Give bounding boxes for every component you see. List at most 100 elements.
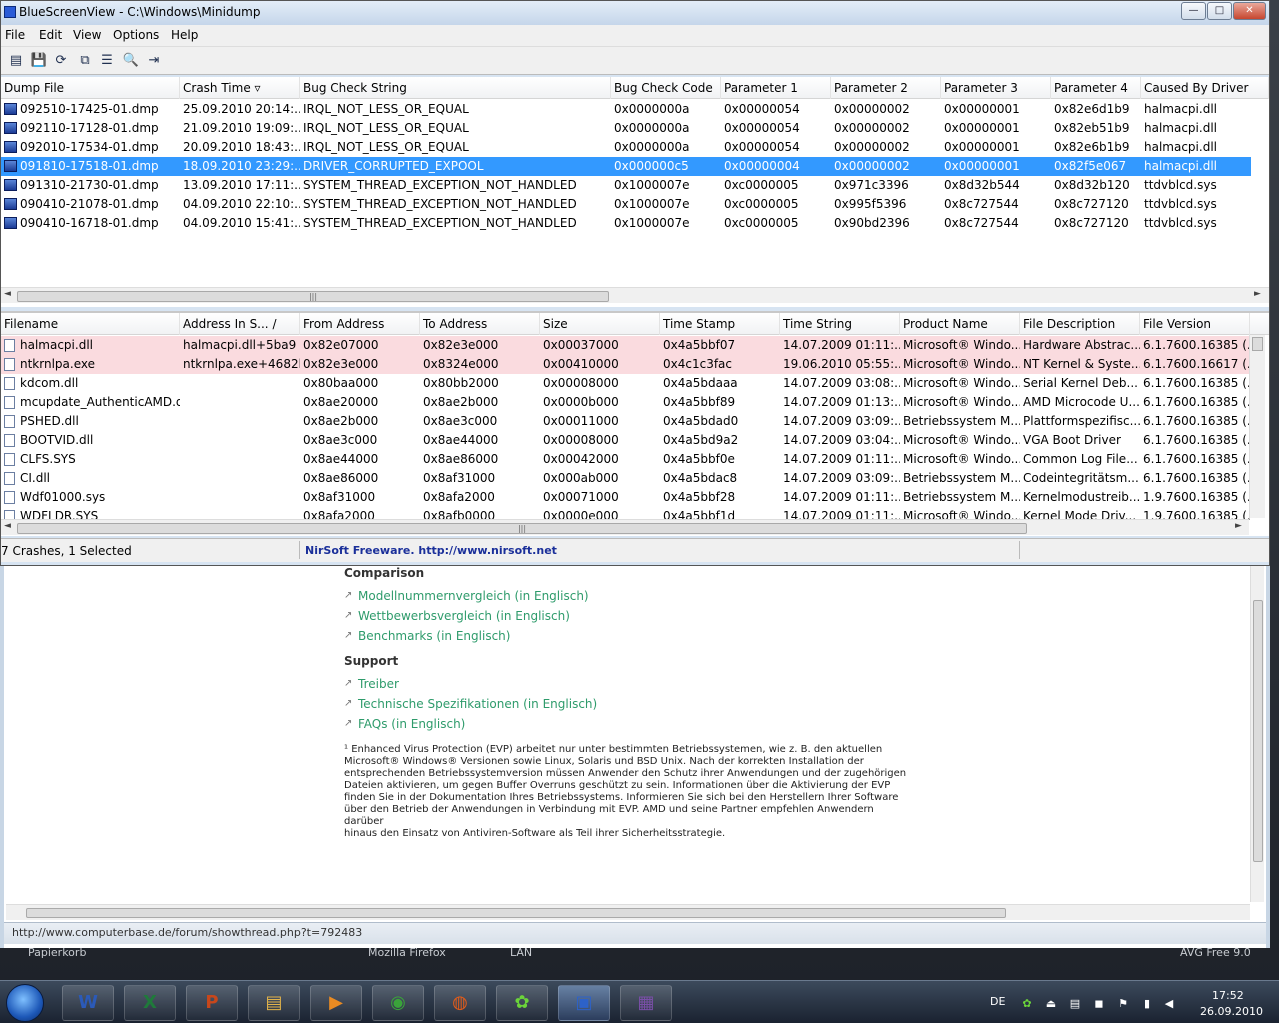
dump-list-horizontal-scrollbar[interactable]: ◄ ||| ► [1,287,1269,303]
bluescreenview-icon[interactable]: ▣ [558,985,610,1021]
clock-date[interactable]: 26.09.2010 [1200,1005,1263,1018]
dump-list[interactable]: Dump File Crash Time ▿ Bug Check String Bug… [1,77,1269,307]
icq-tray-icon[interactable]: ✿ [1020,997,1034,1010]
link-item[interactable]: ↗ Technische Spezifikationen (in Englisch… [344,694,924,714]
module-list[interactable]: Filename Address In S... / From Address To … [1,311,1269,536]
excel-icon[interactable]: X [124,985,176,1021]
link-item[interactable]: ↗ FAQs (in Englisch) [344,714,924,734]
close-button[interactable]: ✕ [1233,2,1266,20]
scroll-left-icon[interactable]: ◄ [4,289,11,299]
table-row[interactable]: 091310-21730-01.dmp 13.09.2010 17:11:... S… [1,176,1251,195]
table-row[interactable]: CI.dll 0x8ae86000 0x8af31000 0x000ab000 0x4a… [1,469,1250,488]
column-header[interactable]: Parameter 2 [831,77,941,99]
table-cell: 0x4a5bdaaa [663,376,738,390]
link-text[interactable]: Treiber [358,677,399,691]
action-center-flag-icon[interactable]: ⚑ [1116,997,1130,1010]
column-header[interactable]: Parameter 1 [721,77,831,99]
link-item[interactable]: ↗ Wettbewerbsvergleich (in Englisch) [344,606,924,626]
volume-icon[interactable]: ◀ [1162,997,1176,1010]
column-header[interactable]: Bug Check Code [611,77,721,99]
save-all-icon[interactable]: ▤ [7,52,25,69]
table-cell: halmacpi.dll [20,338,93,352]
table-row[interactable]: kdcom.dll 0x80baa000 0x80bb2000 0x00008000 0… [1,374,1250,393]
link-item[interactable]: ↗ Modellnummernvergleich (in Englisch) [344,586,924,606]
language-indicator[interactable]: DE [990,995,1005,1008]
link-text[interactable]: Benchmarks (in Englisch) [358,629,510,643]
exit-icon[interactable]: ⇥ [145,52,163,69]
table-row[interactable]: BOOTVID.dll 0x8ae3c000 0x8ae44000 0x0000800… [1,431,1250,450]
word-icon[interactable]: W [62,985,114,1021]
start-button[interactable] [6,984,44,1022]
table-row[interactable]: halmacpi.dll halmacpi.dll+5ba9 0x82e07000 0… [1,336,1250,355]
table-row[interactable]: 092010-17534-01.dmp 20.09.2010 18:43:... I… [1,138,1251,157]
powerpoint-icon[interactable]: P [186,985,238,1021]
windows-media-center-icon[interactable]: ◉ [372,985,424,1021]
usb-tray-icon[interactable]: ⏏ [1044,997,1058,1010]
properties-icon[interactable]: ☰ [98,52,116,69]
table-row[interactable]: 092110-17128-01.dmp 21.09.2010 19:09:... I… [1,119,1251,138]
column-header[interactable]: Product Name [900,313,1020,335]
menu-help[interactable]: Help [169,28,200,42]
link-text[interactable]: FAQs (in Englisch) [358,717,465,731]
menu-view[interactable]: View [71,28,103,42]
find-icon[interactable]: 🔍 [122,52,140,69]
scroll-right-icon[interactable]: ► [1254,289,1261,299]
column-header[interactable]: Time String [780,313,900,335]
explorer-icon[interactable]: ▤ [248,985,300,1021]
menu-file[interactable]: File [3,28,27,42]
menu-edit[interactable]: Edit [37,28,64,42]
table-row[interactable]: PSHED.dll 0x8ae2b000 0x8ae3c000 0x00011000 0… [1,412,1250,431]
menu-options[interactable]: Options [111,28,161,42]
icq-icon[interactable]: ✿ [496,985,548,1021]
scroll-right-icon[interactable]: ► [1235,521,1242,531]
scroll-left-icon[interactable]: ◄ [4,521,11,531]
avg-tray-icon[interactable]: ◼ [1092,997,1106,1010]
link-text[interactable]: Modellnummernvergleich (in Englisch) [358,589,589,603]
table-row[interactable]: ntkrnlpa.exe ntkrnlpa.exe+4682b 0x82e3e000… [1,355,1250,374]
network-icon[interactable]: ▮ [1140,997,1154,1010]
clock-time[interactable]: 17:52 [1212,989,1244,1002]
column-header[interactable]: File Description [1020,313,1140,335]
title-bar[interactable]: BlueScreenView - C:\Windows\Minidump — □… [1,1,1269,25]
table-row[interactable]: 090410-16718-01.dmp 04.09.2010 15:41:... S… [1,214,1251,233]
column-header[interactable]: Crash Time ▿ [180,77,300,99]
column-header[interactable]: From Address [300,313,420,335]
browser-horizontal-scrollbar[interactable] [6,904,1250,920]
media-player-icon[interactable]: ▶ [310,985,362,1021]
refresh-icon[interactable]: ⟳ [52,52,70,69]
column-header[interactable]: Parameter 4 [1051,77,1141,99]
notification-tray-icon[interactable]: ▤ [1068,997,1082,1010]
table-row[interactable]: CLFS.SYS 0x8ae44000 0x8ae86000 0x00042000 0x… [1,450,1250,469]
dvb-icon[interactable]: ▦ [620,985,672,1021]
column-header[interactable]: Dump File [1,77,180,99]
link-item[interactable]: ↗ Benchmarks (in Englisch) [344,626,924,646]
table-row[interactable]: 092510-17425-01.dmp 25.09.2010 20:14:... I… [1,100,1251,119]
column-header[interactable]: Parameter 3 [941,77,1051,99]
link-text[interactable]: Wettbewerbsvergleich (in Englisch) [358,609,570,623]
save-icon[interactable]: 💾 [30,52,48,69]
column-header[interactable]: Address In S... / [180,313,300,335]
column-header[interactable]: Filename [1,313,180,335]
minimize-button[interactable]: — [1181,2,1206,20]
module-list-horizontal-scrollbar[interactable]: ◄ ||| ► [1,519,1249,535]
table-row[interactable]: Wdf01000.sys 0x8af31000 0x8afa2000 0x000710… [1,488,1250,507]
firefox-icon[interactable]: ◍ [434,985,486,1021]
table-cell: 0x8ae3c000 [423,414,498,428]
table-row[interactable]: 091810-17518-01.dmp 18.09.2010 23:29:... D… [1,157,1251,176]
link-item[interactable]: ↗ Treiber [344,674,924,694]
nirsoft-link[interactable]: NirSoft Freeware. http://www.nirsoft.net [305,544,557,557]
table-row[interactable]: 090410-21078-01.dmp 04.09.2010 22:10:... S… [1,195,1251,214]
copy-icon[interactable]: ⧉ [76,52,94,69]
column-header[interactable]: Bug Check String [300,77,611,99]
column-header[interactable]: Time Stamp [660,313,780,335]
column-header[interactable]: Size [540,313,660,335]
column-header[interactable]: Caused By Driver [1141,77,1269,99]
column-header[interactable]: File Version [1140,313,1250,335]
link-text[interactable]: Technische Spezifikationen (in Englisch) [358,697,597,711]
table-row[interactable]: mcupdate_AuthenticAMD.dll 0x8ae20000 0x8ae… [1,393,1250,412]
maximize-button[interactable]: □ [1207,2,1232,20]
module-list-vertical-scrollbar[interactable] [1249,335,1265,518]
column-header[interactable]: To Address [420,313,540,335]
browser-vertical-scrollbar[interactable] [1250,560,1264,902]
table-cell: 0x00000002 [834,121,910,135]
